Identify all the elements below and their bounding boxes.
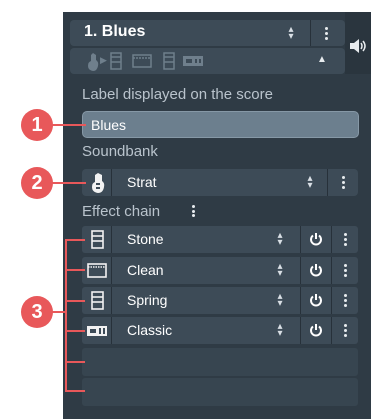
effect-up-down-arrows-icon[interactable]: ▴ ▾	[274, 292, 286, 309]
effect-row-stone[interactable]: Stone ▴ ▾	[82, 226, 358, 253]
callout-1: 1	[21, 109, 53, 141]
effect-row-clean[interactable]: Clean ▴ ▾	[82, 257, 358, 284]
soundbank-up-down-arrows-icon[interactable]: ▴ ▾	[304, 174, 316, 191]
signal-chain-overview[interactable]: ▶ ▲	[70, 48, 345, 74]
empty-effect-slot[interactable]	[82, 378, 358, 406]
divider	[111, 257, 112, 284]
label-on-score-heading: Label displayed on the score	[82, 86, 273, 103]
amp-head-icon	[183, 56, 203, 66]
amp-stack-icon	[110, 52, 122, 70]
effect-up-down-arrows-icon[interactable]: ▴ ▾	[274, 231, 286, 248]
effect-name: Stone	[127, 231, 164, 247]
effect-menu-icon[interactable]	[344, 233, 348, 246]
callout-connector	[52, 182, 86, 184]
effect-name: Classic	[127, 322, 173, 338]
divider	[331, 287, 332, 314]
divider	[331, 317, 332, 344]
callout-bracket-tick	[65, 269, 85, 271]
soundbank-selector[interactable]: Strat ▴ ▾	[82, 169, 358, 196]
amp-combo-icon	[132, 54, 152, 68]
callout-connector	[52, 311, 66, 313]
callout-bracket-tick	[65, 361, 85, 363]
amp-stack-icon	[163, 52, 175, 70]
score-label-input[interactable]: Blues	[82, 111, 359, 138]
divider	[111, 287, 112, 314]
track-selector[interactable]: 1. Blues ▴ ▾	[70, 20, 345, 46]
power-icon[interactable]	[309, 263, 323, 277]
soundbank-heading: Soundbank	[82, 143, 158, 160]
divider	[111, 169, 112, 196]
callout-bracket-tick	[65, 390, 85, 392]
power-icon[interactable]	[309, 323, 323, 337]
amp-stack-icon	[91, 230, 104, 249]
amp-stack-icon	[91, 291, 104, 310]
effect-menu-icon[interactable]	[344, 264, 348, 277]
divider	[331, 226, 332, 253]
divider	[300, 287, 301, 314]
collapse-arrow-icon[interactable]: ▲	[317, 54, 327, 65]
callout-3: 3	[21, 296, 53, 328]
divider	[327, 169, 328, 196]
soundbank-menu-icon[interactable]	[342, 176, 346, 189]
divider	[111, 226, 112, 253]
callout-bracket-tick	[65, 300, 85, 302]
track-up-down-arrows-icon[interactable]: ▴ ▾	[285, 25, 297, 42]
divider	[300, 226, 301, 253]
volume-column	[345, 12, 371, 74]
track-name: 1. Blues	[84, 23, 146, 40]
power-icon[interactable]	[309, 293, 323, 307]
effect-up-down-arrows-icon[interactable]: ▴ ▾	[274, 262, 286, 279]
power-icon[interactable]	[309, 232, 323, 246]
effect-name: Clean	[127, 262, 164, 278]
amp-head-icon	[87, 326, 107, 336]
callout-2: 2	[21, 167, 53, 199]
callout-bracket-tick	[65, 239, 85, 241]
divider	[310, 20, 311, 46]
callout-bracket-tick	[65, 330, 85, 332]
effect-row-spring[interactable]: Spring ▴ ▾	[82, 287, 358, 314]
effect-row-classic[interactable]: Classic ▴ ▾	[82, 317, 358, 344]
track-menu-icon[interactable]	[325, 27, 329, 40]
effect-chain-menu-icon[interactable]	[192, 205, 196, 217]
effect-chain-heading: Effect chain	[82, 203, 161, 220]
effect-menu-icon[interactable]	[344, 324, 348, 337]
effect-menu-icon[interactable]	[344, 294, 348, 307]
divider	[111, 317, 112, 344]
guitar-icon	[88, 53, 99, 71]
empty-effect-slot[interactable]	[82, 348, 358, 376]
soundbank-value: Strat	[127, 174, 157, 190]
divider	[300, 257, 301, 284]
amp-combo-icon	[87, 263, 107, 278]
effect-name: Spring	[127, 292, 168, 308]
speaker-icon[interactable]	[348, 38, 368, 54]
divider	[331, 257, 332, 284]
callout-connector	[52, 124, 86, 126]
effect-up-down-arrows-icon[interactable]: ▴ ▾	[274, 322, 286, 339]
guitar-icon	[92, 173, 105, 193]
callout-bracket	[65, 239, 67, 391]
divider	[300, 317, 301, 344]
chain-arrow-icon: ▶	[100, 55, 107, 65]
